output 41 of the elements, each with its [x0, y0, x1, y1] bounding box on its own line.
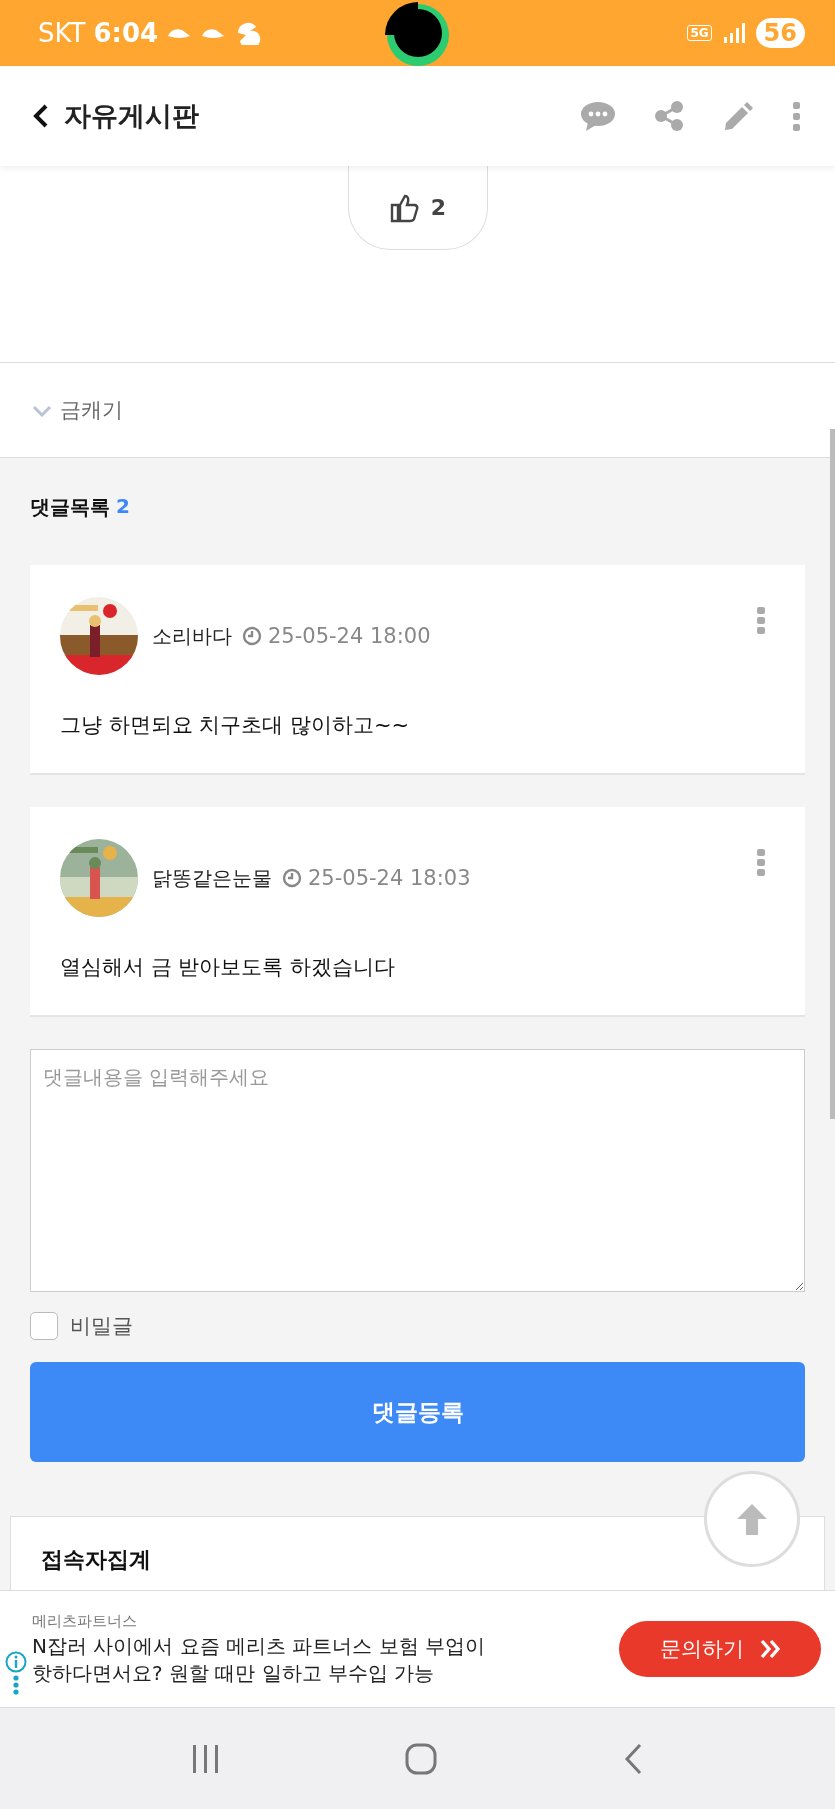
back-icon[interactable] — [32, 104, 50, 128]
chat-icon[interactable] — [580, 101, 616, 131]
ad-text[interactable]: N잡러 사이에서 요즘 메리츠 파트너스 보험 부업이 핫하다면서요? 원할 때만 일하고 부수입 가능 — [32, 1632, 532, 1687]
comments-heading: 댓글목록 — [30, 494, 110, 521]
secret-checkbox[interactable] — [30, 1312, 58, 1340]
clock-icon — [242, 626, 262, 646]
more-icon[interactable] — [13, 1675, 19, 1695]
comment-field[interactable]: 댓글내용을 입력해주세요 — [30, 1049, 805, 1292]
more-icon[interactable] — [757, 607, 765, 634]
double-chevron-icon — [760, 1639, 780, 1659]
inquiry-button[interactable]: 문의하기 — [619, 1621, 821, 1677]
carrier-name: SKT — [38, 18, 86, 48]
share-icon[interactable] — [654, 101, 684, 131]
comment-text: 열심해서 금 받아보도록 하겠습니다 — [60, 954, 397, 981]
network-badge: 5G — [687, 25, 712, 41]
advertiser-name: 메리츠파트너스 — [32, 1611, 138, 1631]
comment-count: 2 — [116, 494, 130, 520]
board-title: 자유게시판 — [64, 99, 199, 133]
comment-text: 그냥 하면되요 치구초대 많이하고~~ — [60, 712, 411, 739]
widget-title: 접속자집계 — [41, 1547, 151, 1572]
scrollbar[interactable] — [830, 429, 835, 1119]
recent-apps-icon[interactable] — [193, 1744, 219, 1773]
category-tag[interactable]: 금캐기 — [60, 396, 123, 424]
thumbs-up-icon — [388, 192, 419, 223]
secret-label[interactable]: 비밀글 — [70, 1312, 133, 1340]
more-icon[interactable] — [792, 100, 801, 132]
home-icon[interactable] — [405, 1742, 437, 1775]
info-icon[interactable] — [5, 1651, 27, 1673]
more-icon[interactable] — [757, 849, 765, 876]
author-name[interactable]: 닭똥같은눈물 — [152, 864, 272, 892]
chevron-down-icon — [32, 403, 52, 417]
comment-date: 25-05-24 18:03 — [282, 866, 471, 890]
pencil-icon[interactable] — [722, 101, 754, 131]
author-name[interactable]: 소리바다 — [152, 622, 232, 650]
like-button[interactable]: 2 — [347, 166, 488, 250]
camera-icon — [385, 2, 451, 68]
clock-time: 6:04 — [93, 18, 159, 48]
clock-icon — [282, 868, 302, 888]
signal-icon — [721, 23, 746, 43]
comment-date: 25-05-24 18:00 — [242, 624, 431, 648]
battery-level: 56 — [755, 18, 805, 48]
